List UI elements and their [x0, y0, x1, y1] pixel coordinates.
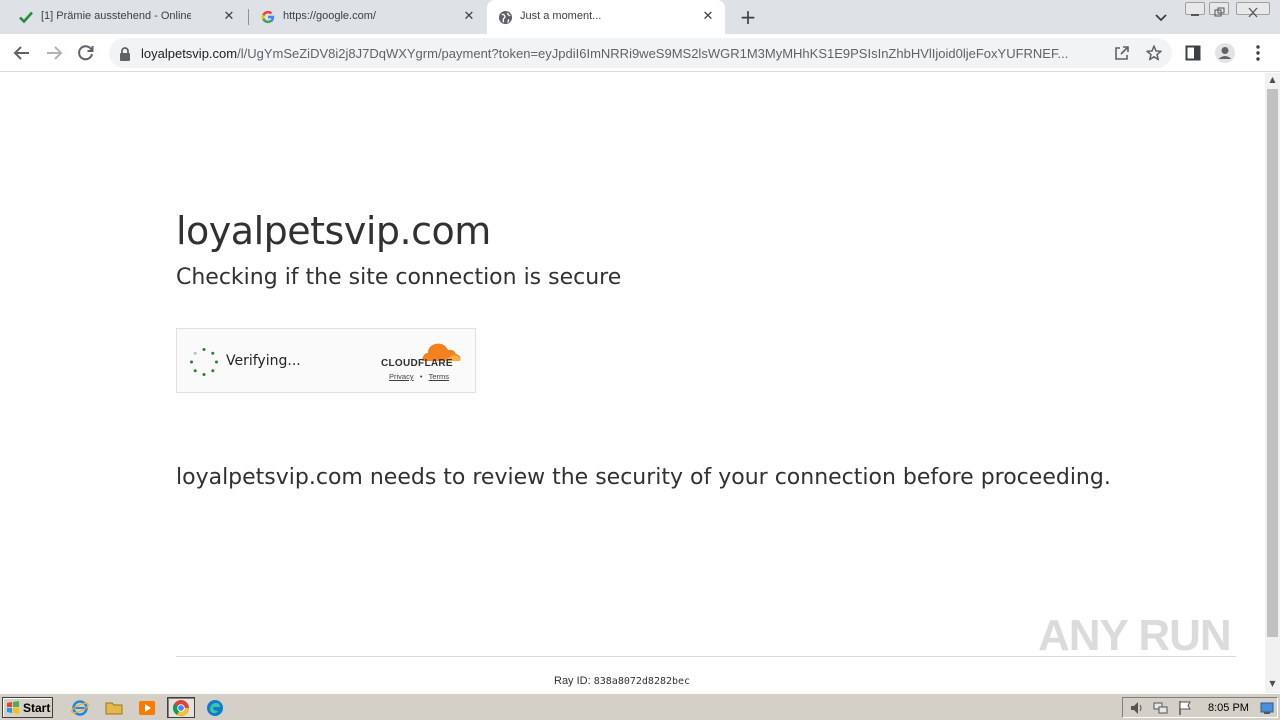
ray-id-value: 838a8072d8282bec	[593, 676, 691, 687]
media-player-icon[interactable]	[136, 697, 158, 718]
tab-just-a-moment[interactable]: Just a moment... ✕	[487, 0, 725, 34]
back-arrow-icon[interactable]	[10, 41, 34, 65]
taskbar-clock[interactable]: 8:05 PM	[1208, 702, 1249, 714]
reload-icon[interactable]	[74, 41, 98, 65]
anyrun-watermark: ANY RUN	[1038, 611, 1232, 660]
tab-title: https://google.com/	[283, 10, 376, 22]
privacy-link[interactable]: Privacy	[389, 372, 414, 381]
network-icon[interactable]	[1153, 700, 1169, 716]
speaker-icon[interactable]	[1129, 700, 1145, 716]
restore-icon[interactable]	[1209, 2, 1229, 17]
link-separator: •	[419, 372, 423, 381]
profile-avatar-icon[interactable]	[1213, 41, 1237, 65]
terms-link[interactable]: Terms	[429, 372, 449, 381]
close-tab-icon[interactable]: ✕	[220, 8, 238, 26]
share-icon[interactable]	[1113, 44, 1131, 66]
scroll-up-arrow-icon[interactable]: ▲	[1268, 75, 1277, 84]
flag-icon[interactable]	[1177, 700, 1193, 716]
scrollbar-thumb[interactable]	[1267, 89, 1278, 637]
tab-google[interactable]: https://google.com/ ✕	[250, 0, 486, 34]
address-bar[interactable]: loyalpetsvip.com/l/UgYmSeZiDV8i2j8J7DqWX…	[109, 38, 1172, 68]
side-panel-icon[interactable]	[1181, 41, 1205, 65]
browser-toolbar: loyalpetsvip.com/l/UgYmSeZiDV8i2j8J7DqWX…	[0, 34, 1280, 72]
chevron-down-icon[interactable]	[1152, 8, 1170, 26]
page-title: loyalpetsvip.com	[176, 209, 491, 253]
tab-title: Just a moment...	[520, 10, 602, 22]
ray-id-label: Ray ID:	[554, 675, 591, 687]
windows-taskbar: Start 8:05 PM	[0, 693, 1280, 720]
lock-icon[interactable]	[119, 46, 131, 65]
verifying-status: Verifying...	[226, 353, 301, 369]
security-review-text: loyalpetsvip.com needs to review the sec…	[176, 465, 1111, 490]
widget-links: Privacy • Terms	[389, 372, 449, 381]
checkmark-icon	[18, 9, 34, 25]
cloudflare-challenge-widget[interactable]: Verifying... CLOUDFLARE Privacy • Terms	[176, 328, 476, 393]
close-tab-icon[interactable]: ✕	[460, 8, 478, 26]
url-host: loyalpetsvip.com	[141, 46, 238, 61]
windows-logo-icon	[7, 701, 19, 714]
internet-explorer-icon[interactable]	[69, 697, 91, 718]
start-button[interactable]: Start	[2, 697, 53, 718]
tab-separator	[248, 9, 249, 25]
ray-id: Ray ID: 838a8072d8282bec	[554, 675, 690, 687]
tab-survey[interactable]: [1] Prämie ausstehend - Online Survey ✕	[8, 0, 246, 34]
page-subtitle: Checking if the site connection is secur…	[176, 265, 622, 290]
scroll-down-arrow-icon[interactable]: ▼	[1268, 679, 1277, 688]
vertical-scrollbar[interactable]: ▲ ▼	[1265, 73, 1280, 693]
chrome-taskbar-icon[interactable]	[167, 697, 195, 718]
minimize-icon[interactable]	[1185, 2, 1205, 16]
close-tab-icon[interactable]: ✕	[699, 8, 717, 26]
bookmark-star-icon[interactable]	[1145, 44, 1163, 66]
file-explorer-icon[interactable]	[103, 697, 125, 718]
tab-title: [1] Prämie ausstehend - Online Survey	[41, 10, 191, 22]
menu-kebab-icon[interactable]	[1246, 41, 1270, 65]
globe-icon	[497, 9, 513, 25]
page-content: loyalpetsvip.com Checking if the site co…	[0, 73, 1265, 693]
edge-icon[interactable]	[204, 697, 226, 718]
cloudflare-logo: CLOUDFLARE	[381, 358, 453, 369]
tab-strip: [1] Prämie ausstehend - Online Survey ✕ …	[0, 0, 1280, 34]
show-desktop-icon[interactable]	[1260, 701, 1274, 715]
start-label: Start	[23, 700, 51, 715]
google-icon	[260, 9, 276, 25]
forward-arrow-icon[interactable]	[42, 41, 66, 65]
system-tray: 8:05 PM	[1122, 697, 1278, 718]
close-window-icon[interactable]	[1236, 2, 1270, 18]
new-tab-icon[interactable]: +	[737, 6, 759, 28]
url-path: /l/UgYmSeZiDV8i2j8J7DqWXYgrm/payment?tok…	[237, 46, 1069, 61]
spinner-icon	[190, 348, 218, 376]
url-text[interactable]: loyalpetsvip.com/l/UgYmSeZiDV8i2j8J7DqWX…	[141, 46, 1109, 61]
